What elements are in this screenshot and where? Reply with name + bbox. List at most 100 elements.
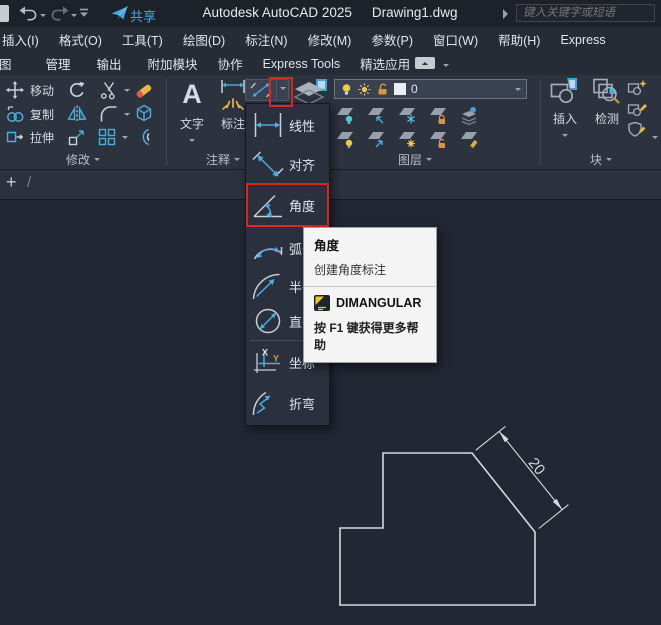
ribbon-collapse-button[interactable] [415, 57, 435, 69]
menu-window[interactable]: 窗口(W) [423, 30, 488, 49]
block-small-tools [627, 79, 648, 138]
explode-icon [136, 104, 152, 122]
search-box [516, 3, 655, 22]
tab-output[interactable]: 输出 [88, 54, 131, 73]
redo-dropdown-caret[interactable] [71, 14, 77, 20]
edit-attributes-icon[interactable] [627, 121, 648, 138]
trim-caret[interactable] [124, 88, 130, 95]
edit-block-icon[interactable] [627, 100, 648, 117]
layer-thaw-all-icon[interactable] [396, 130, 427, 149]
layer-on-off-icon[interactable] [334, 130, 365, 149]
block-tools-caret[interactable] [652, 136, 658, 142]
svg-text:X: X [262, 348, 268, 358]
undo-button[interactable] [18, 5, 38, 22]
new-drawing-tab-button[interactable]: + [6, 172, 17, 193]
text-label: 文字 [179, 117, 204, 131]
menu-format[interactable]: 格式(O) [49, 30, 112, 49]
layer-unisolate-icon[interactable] [365, 106, 396, 125]
layer-freeze-icon[interactable] [396, 106, 427, 125]
aligned-dimension [475, 425, 569, 529]
fillet-button[interactable] [99, 104, 130, 124]
mirror-button[interactable] [67, 104, 87, 124]
modify-panel-label[interactable]: 修改 [0, 151, 166, 168]
tab-addins[interactable]: 附加模块 [139, 54, 207, 73]
offset-button[interactable] [134, 127, 154, 147]
ribbon-collapse-caret[interactable] [443, 64, 449, 70]
trim-button[interactable] [99, 80, 130, 100]
strip-slash-glyph: / [27, 174, 32, 191]
search-expand-icon[interactable] [503, 9, 513, 19]
tab-manage[interactable]: 管理 [37, 54, 80, 73]
extension-line-2 [538, 504, 569, 529]
undo-dropdown-caret[interactable] [40, 14, 46, 20]
tab-collaborate[interactable]: 协作 [209, 54, 252, 73]
diameter-dim-icon [250, 306, 286, 336]
text-button[interactable]: A 文字 [174, 77, 210, 150]
move-label: 移动 [30, 83, 55, 98]
array-button[interactable] [97, 127, 128, 147]
erase-icon [136, 84, 152, 98]
layers-panel-caret [426, 158, 432, 164]
explode-button[interactable] [134, 103, 154, 123]
copy-icon [5, 104, 25, 124]
extension-line-1 [475, 425, 506, 451]
menu-tools[interactable]: 工具(T) [112, 30, 173, 49]
svg-text:Y: Y [273, 354, 279, 364]
insert-block-label: 插入 [552, 112, 577, 126]
redo-icon [50, 6, 70, 21]
ribbon-tab-row: 图 管理 输出 附加模块 协作 Express Tools 精选应用 [0, 52, 661, 75]
menu-dimension[interactable]: 标注(N) [235, 30, 297, 49]
menu-draw[interactable]: 绘图(D) [173, 30, 235, 49]
inspect-block-button[interactable]: 检测 [587, 77, 627, 127]
rotate-button[interactable] [67, 80, 87, 100]
app-title: Autodesk AutoCAD 2025 [202, 5, 352, 20]
layer-dropdown-caret[interactable] [515, 87, 521, 94]
text-caret [189, 139, 195, 145]
array-icon [97, 127, 117, 147]
scale-button[interactable] [67, 127, 87, 147]
menu-insert[interactable]: 插入(I) [0, 30, 49, 49]
share-label[interactable]: 共享 [130, 6, 156, 25]
arc-length-dim-icon [250, 233, 286, 263]
menu-modify[interactable]: 修改(M) [298, 30, 362, 49]
menu-item-aligned[interactable]: 对齐 [246, 145, 329, 183]
layer-unlock-icon [376, 83, 389, 96]
layer-isolate-icon[interactable] [334, 106, 365, 125]
menu-item-jogged[interactable]: 折弯 [246, 382, 329, 424]
share-button[interactable] [111, 5, 128, 22]
layer-states-icon[interactable] [458, 106, 489, 125]
fillet-caret[interactable] [124, 112, 130, 119]
layer-unlock-all-icon[interactable] [427, 130, 458, 149]
qat-customize-button[interactable] [79, 5, 89, 22]
app-menu-icon[interactable] [0, 5, 9, 22]
block-panel-label[interactable]: 块 [541, 151, 661, 168]
menu-parametric[interactable]: 参数(P) [361, 30, 423, 49]
layer-lock-icon[interactable] [427, 106, 458, 125]
radius-dim-icon [250, 271, 286, 301]
layer-paint-icon[interactable] [458, 130, 489, 149]
layer-match-icon[interactable] [365, 130, 396, 149]
menu-item-angular[interactable]: 角度 [246, 183, 329, 227]
stretch-button[interactable]: 拉伸 [5, 127, 54, 147]
menu-express[interactable]: Express [550, 33, 615, 47]
tooltip-help-text: 按 F1 键获得更多帮助 [314, 321, 419, 352]
insert-block-button[interactable]: 插入 [545, 77, 585, 145]
tab-view[interactable]: 图 [0, 54, 21, 73]
search-input[interactable] [516, 4, 655, 22]
tooltip-description: 创建角度标注 [314, 263, 387, 277]
move-button[interactable]: 移动 [5, 80, 54, 100]
trim-icon [99, 80, 119, 100]
array-caret[interactable] [122, 135, 128, 142]
erase-button[interactable] [135, 79, 155, 99]
polygon-outline [339, 452, 536, 606]
tab-featured-apps[interactable]: 精选应用 [351, 54, 419, 73]
menu-help[interactable]: 帮助(H) [488, 30, 550, 49]
layer-dropdown[interactable]: 0 [334, 79, 527, 99]
tooltip-dimangular: 角度 创建角度标注 DIMANGULAR 按 F1 键获得更多帮助 [303, 227, 437, 363]
create-block-icon[interactable] [627, 79, 648, 96]
tab-express-tools[interactable]: Express Tools [254, 57, 350, 71]
document-title: Drawing1.dwg [371, 5, 458, 20]
redo-button[interactable] [50, 5, 70, 22]
copy-button[interactable]: 复制 [5, 104, 54, 124]
menu-item-linear[interactable]: 线性 [246, 105, 329, 145]
